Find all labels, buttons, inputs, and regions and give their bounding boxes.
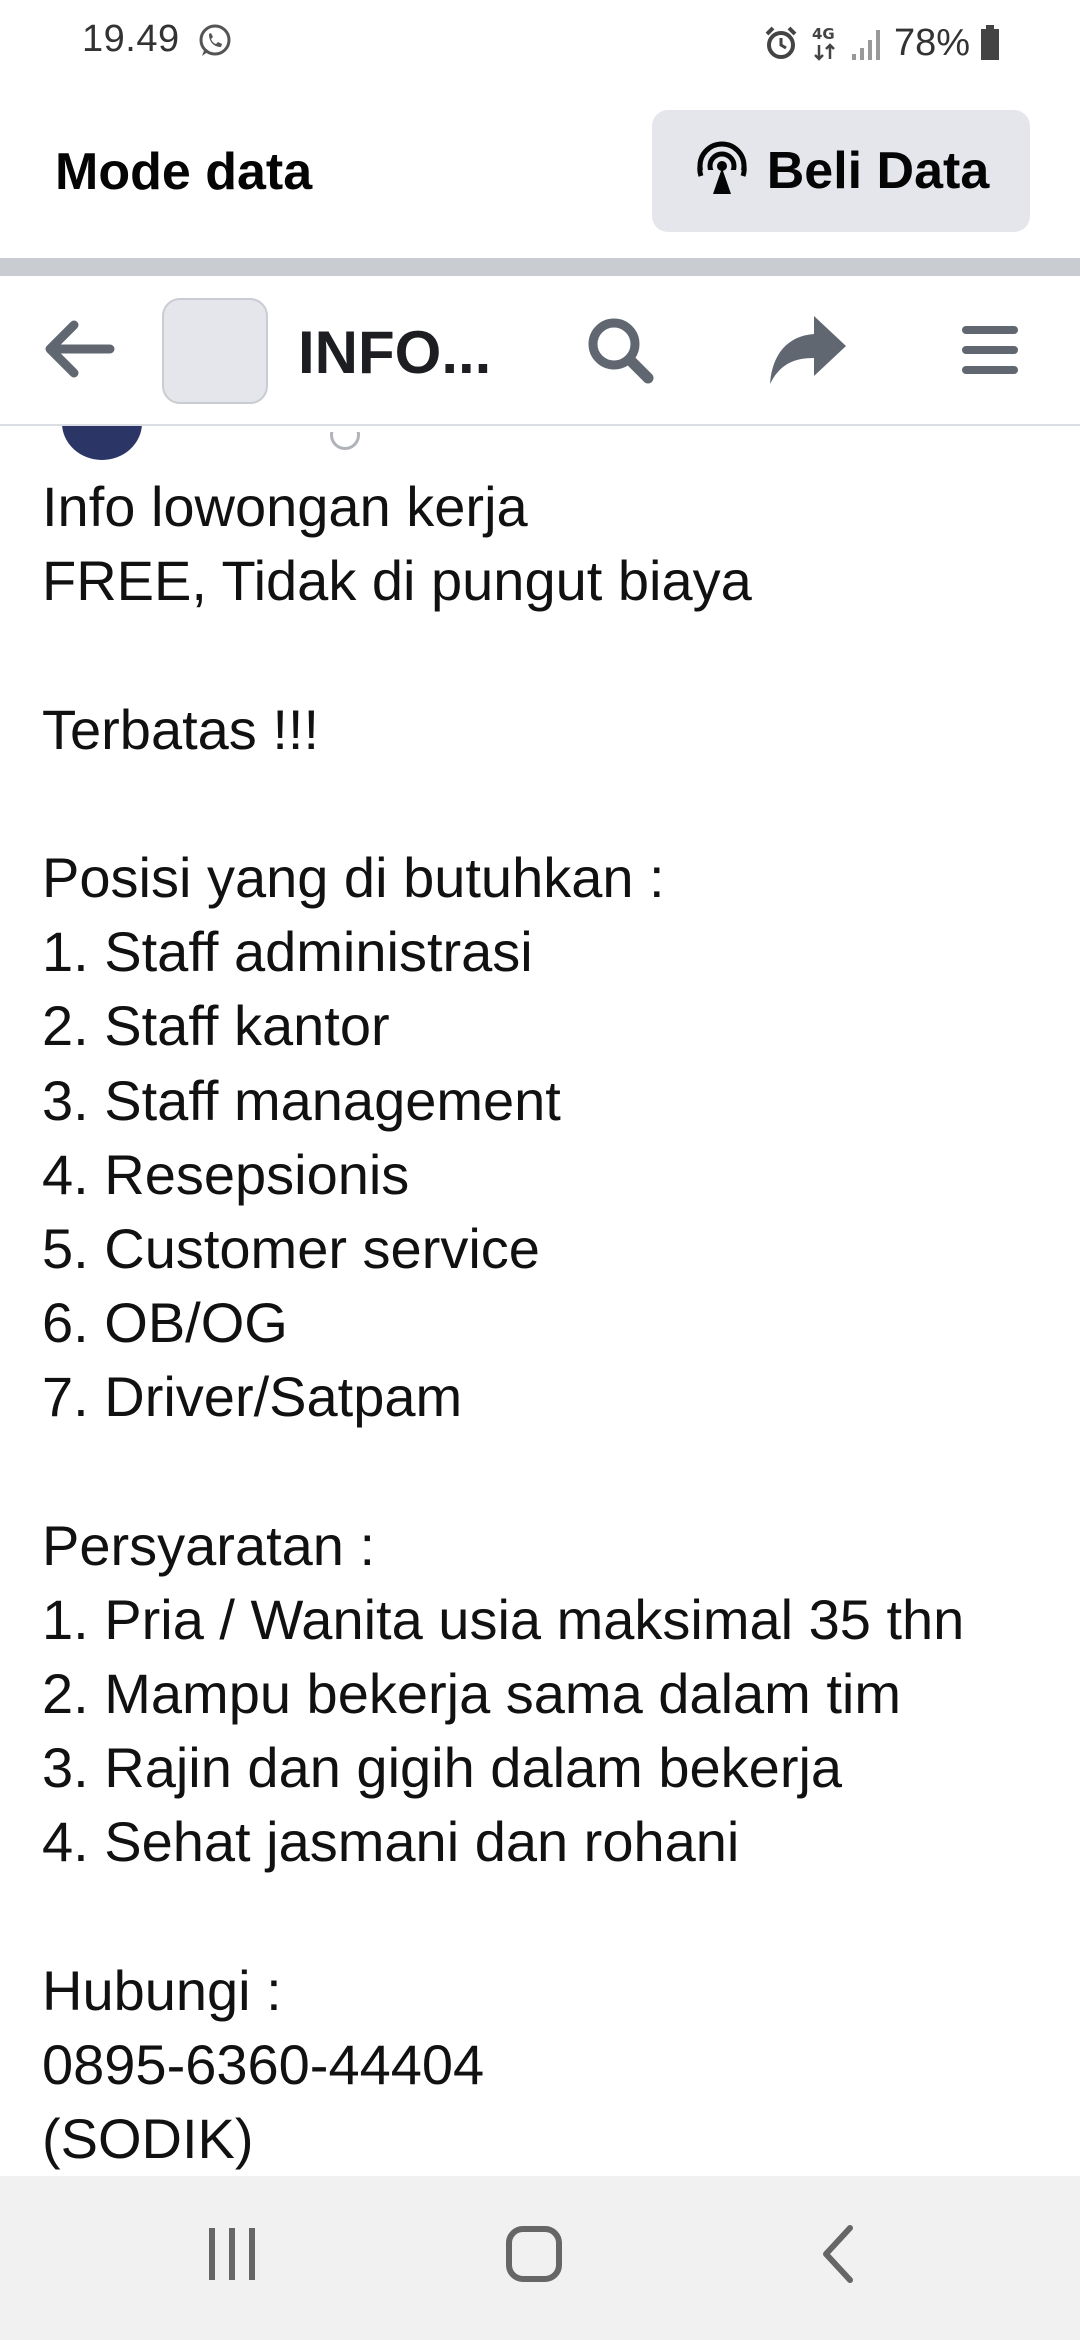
post-line: Info lowongan kerja: [42, 475, 528, 538]
page-title[interactable]: INFO...: [298, 318, 498, 387]
phone-number[interactable]: 0895-6360-44404: [42, 2028, 1052, 2102]
post-content: Info lowongan kerja FREE, Tidak di pungu…: [0, 426, 1080, 2176]
whatsapp-icon: [196, 22, 234, 60]
broadcast-icon: [693, 140, 751, 203]
post-line: 5. Customer service: [42, 1216, 540, 1280]
post-line: 3. Staff management: [42, 1068, 561, 1132]
battery-percentage: 78%: [893, 21, 970, 64]
network-4g-icon: 4G: [810, 23, 840, 63]
post-line: [42, 767, 1052, 841]
post-line: 2. Staff kantor: [42, 994, 390, 1058]
menu-button[interactable]: [940, 304, 1040, 400]
recent-apps-icon: [205, 2226, 259, 2287]
alarm-icon: [762, 24, 800, 62]
section-divider: [0, 258, 1080, 276]
buy-data-label: Beli Data: [766, 142, 990, 200]
search-button[interactable]: [570, 304, 670, 400]
post-line: 1. Staff administrasi: [42, 920, 533, 984]
post-line: Hubungi :: [42, 1958, 282, 2022]
menu-icon: [960, 322, 1020, 383]
svg-text:4G: 4G: [812, 25, 835, 43]
search-icon: [584, 314, 656, 391]
post-line: 4. Resepsionis: [42, 1142, 410, 1206]
data-mode-bar: Mode data Beli Data: [0, 86, 1080, 258]
post-line: Persyaratan :: [42, 1513, 376, 1577]
author-avatar[interactable]: [62, 426, 142, 460]
share-icon: [766, 312, 850, 393]
privacy-icon: [330, 432, 360, 450]
system-nav-bar: [0, 2176, 1080, 2340]
post-line: 3. Rajin dan gigih dalam bekerja: [42, 1736, 843, 1800]
post-line: [42, 618, 1052, 692]
home-button[interactable]: [474, 2206, 594, 2306]
system-back-button[interactable]: [778, 2206, 898, 2306]
back-arrow-icon: [40, 317, 116, 386]
share-button[interactable]: [756, 304, 860, 400]
battery-icon: [980, 25, 1000, 61]
post-line: 7. Driver/Satpam: [42, 1365, 463, 1429]
page-toolbar: INFO...: [0, 276, 1080, 426]
post-text: Info lowongan kerja FREE, Tidak di pungu…: [42, 470, 1052, 2176]
recent-apps-button[interactable]: [172, 2206, 292, 2306]
back-button[interactable]: [28, 306, 128, 396]
data-mode-title: Mode data: [55, 143, 313, 201]
home-icon: [504, 2224, 564, 2289]
status-time: 19.49: [82, 18, 180, 60]
post-line: 4. Sehat jasmani dan rohani: [42, 1810, 740, 1874]
signal-icon: [850, 24, 884, 62]
status-bar: 19.49 4G 78%: [0, 0, 1080, 86]
post-line: 2. Mampu bekerja sama dalam tim: [42, 1662, 902, 1725]
post-line: Terbatas !!!: [42, 697, 320, 761]
post-line: [42, 1434, 1052, 1508]
post-line: FREE, Tidak di pungut biaya: [42, 549, 752, 613]
post-line: (SODIK): [42, 2107, 254, 2171]
post-line: Posisi yang di butuhkan :: [42, 845, 665, 909]
post-line: [42, 1880, 1052, 1954]
post-line: 1. Pria / Wanita usia maksimal 35 thn: [42, 1587, 965, 1651]
buy-data-button[interactable]: Beli Data: [652, 110, 1030, 232]
page-avatar[interactable]: [162, 298, 268, 404]
back-icon: [818, 2224, 858, 2289]
post-line: 6. OB/OG: [42, 1291, 288, 1355]
status-indicators: 4G 78%: [762, 18, 1000, 68]
